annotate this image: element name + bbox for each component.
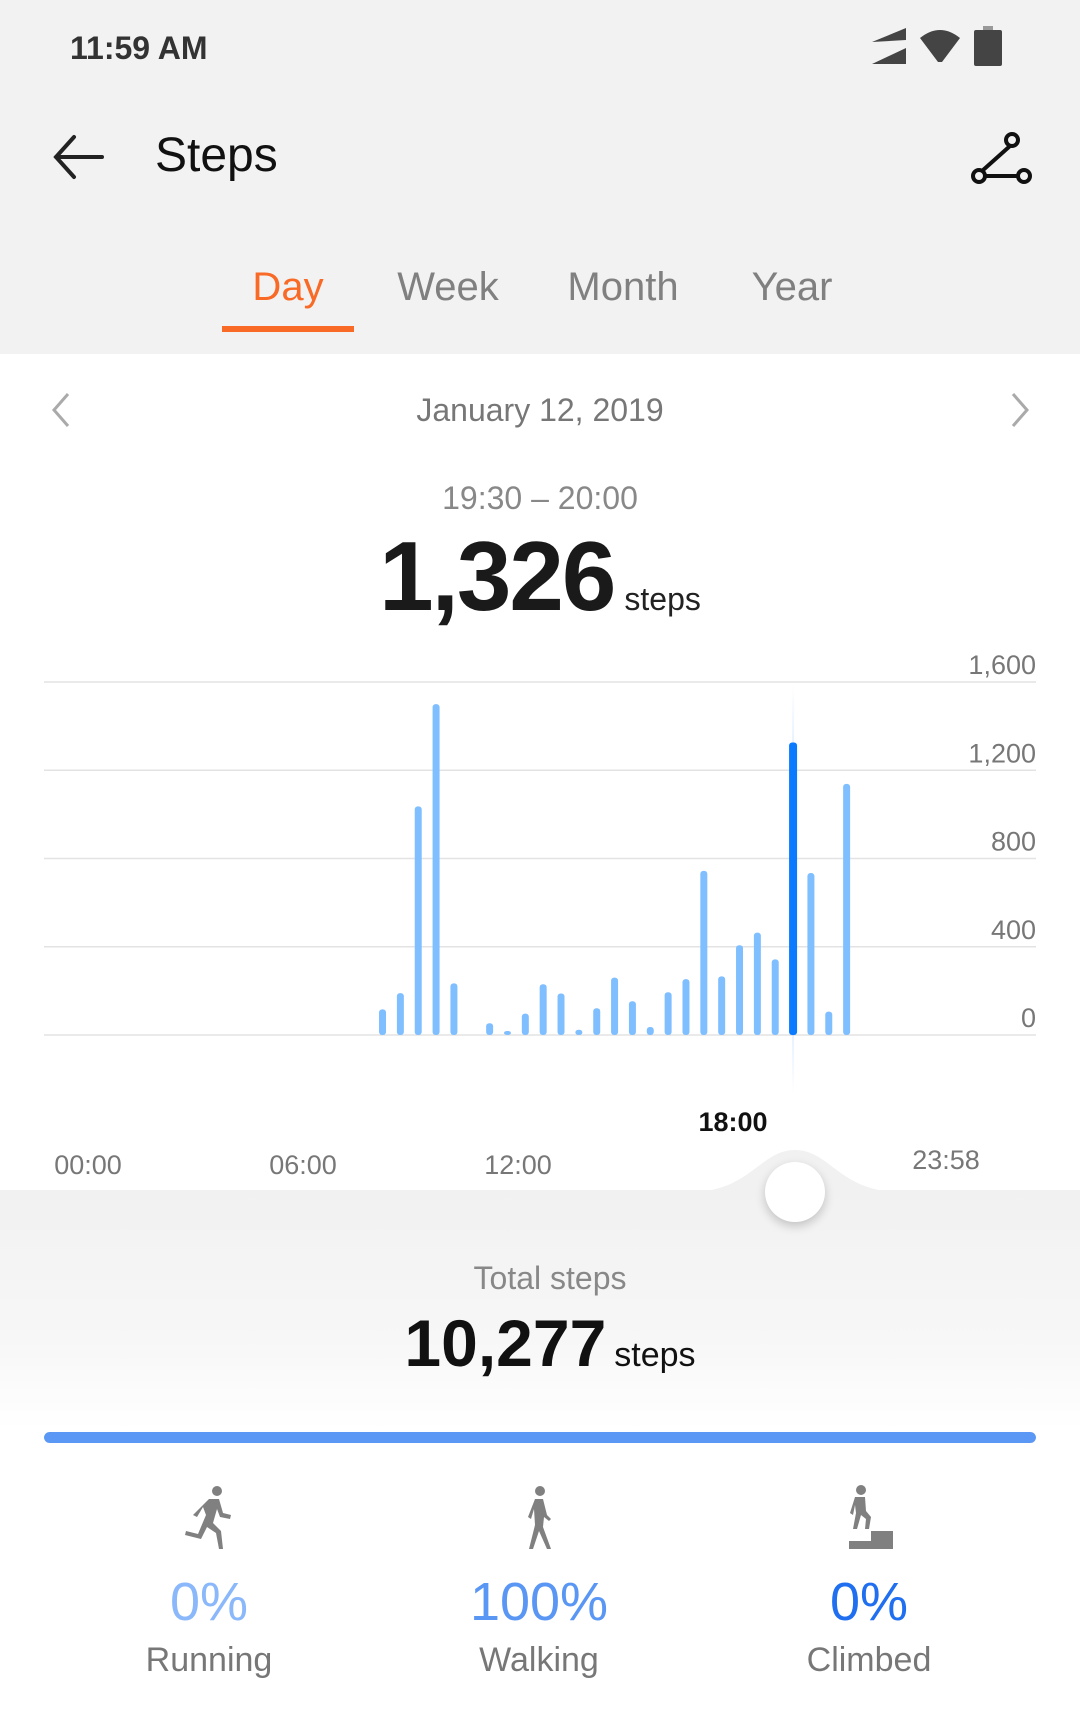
- progress-fill: [44, 1432, 1036, 1443]
- bar: [450, 983, 458, 1035]
- total-steps: 10,277 steps: [0, 1305, 1080, 1381]
- y-tick-label: 800: [991, 827, 1036, 857]
- bar: [718, 976, 726, 1035]
- bar: [414, 806, 422, 1035]
- bar: [379, 1009, 387, 1035]
- walking-icon: [528, 1486, 551, 1549]
- running-percent: 0%: [169, 1572, 249, 1632]
- date-label: January 12, 2019: [416, 392, 664, 428]
- bar: [396, 993, 404, 1035]
- total-steps-value: 10,277: [404, 1306, 607, 1380]
- bar-selected: [789, 742, 798, 1035]
- bar: [521, 1013, 529, 1035]
- bar: [575, 1029, 583, 1035]
- bar: [646, 1027, 654, 1035]
- status-time: 11:59 AM: [70, 30, 208, 66]
- tab-underline: [222, 326, 354, 332]
- climbed-stat: 0% Climbed: [704, 1485, 1034, 1680]
- bar: [825, 1011, 833, 1035]
- selected-steps-unit: steps: [624, 581, 701, 617]
- climbing-icon: [849, 1485, 893, 1549]
- status-icons: [872, 26, 1002, 66]
- wifi-icon: [920, 30, 960, 62]
- tab-month[interactable]: Month: [567, 265, 678, 310]
- tab-week[interactable]: Week: [397, 265, 499, 310]
- selected-steps-value: 1,326: [379, 521, 616, 631]
- bar: [486, 1023, 494, 1035]
- total-steps-label: Total steps: [473, 1260, 627, 1296]
- y-tick-label: 0: [1021, 1003, 1036, 1033]
- running-label: Running: [145, 1641, 273, 1679]
- tab-year[interactable]: Year: [752, 265, 833, 310]
- tab-day[interactable]: Day: [252, 265, 323, 310]
- bar: [557, 993, 565, 1035]
- total-steps-unit: steps: [614, 1336, 696, 1374]
- time-slider-handle[interactable]: [765, 1162, 825, 1222]
- selected-range: 19:30 – 20:00: [442, 480, 638, 516]
- climbed-percent: 0%: [829, 1572, 909, 1632]
- bar: [593, 1008, 601, 1035]
- route-icon[interactable]: [970, 128, 1032, 190]
- bar: [503, 1031, 511, 1035]
- climbed-label: Climbed: [806, 1641, 932, 1679]
- bar: [753, 932, 761, 1035]
- x-tick-label: 23:58: [912, 1145, 980, 1175]
- page-title: Steps: [155, 129, 278, 182]
- walking-stat: 100% Walking: [374, 1485, 704, 1680]
- activity-progress-bar: [44, 1432, 1036, 1443]
- bar: [432, 704, 440, 1035]
- walking-label: Walking: [479, 1641, 599, 1679]
- x-tick-label: 06:00: [269, 1150, 337, 1180]
- y-tick-label: 1,200: [968, 738, 1036, 768]
- x-tick-label: 00:00: [54, 1150, 122, 1180]
- bar: [539, 984, 547, 1035]
- bar: [682, 979, 690, 1035]
- y-tick-label: 400: [991, 915, 1036, 945]
- bar: [628, 1001, 636, 1035]
- bar: [736, 945, 744, 1035]
- y-tick-label: 1,600: [968, 650, 1036, 680]
- selected-steps: 1,326 steps: [0, 520, 1080, 633]
- running-stat: 0% Running: [44, 1485, 374, 1680]
- x-tick-label-selected: 18:00: [698, 1107, 768, 1137]
- bar: [807, 873, 815, 1035]
- bar: [771, 959, 779, 1035]
- battery-icon: [974, 26, 1002, 66]
- bar: [700, 870, 708, 1035]
- bar: [664, 992, 672, 1035]
- bar: [611, 977, 619, 1035]
- x-tick-label: 12:00: [484, 1150, 552, 1180]
- steps-chart[interactable]: 1,600 1,200 800 400 0: [0, 640, 1080, 1100]
- signal-icon: [872, 28, 906, 64]
- bar: [843, 783, 851, 1035]
- running-icon: [185, 1486, 231, 1549]
- walking-percent: 100%: [469, 1572, 609, 1632]
- back-arrow-icon[interactable]: [50, 127, 110, 187]
